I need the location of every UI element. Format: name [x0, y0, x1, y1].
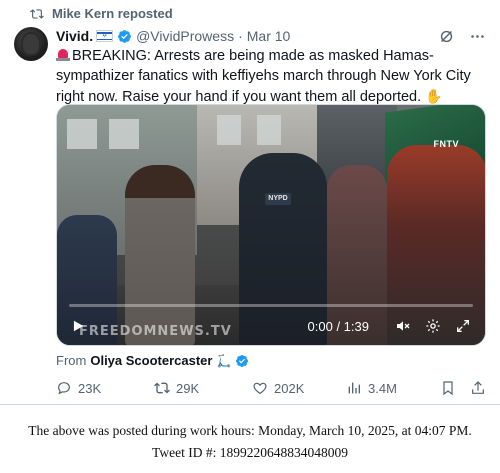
tweet-date[interactable]: Mar 10	[247, 28, 291, 44]
avatar[interactable]	[14, 27, 48, 61]
video-controls: 0:00 / 1:39	[57, 307, 485, 345]
video-source: From Oliya Scootercaster 🛴	[56, 353, 249, 368]
views-button[interactable]: 3.4M	[346, 380, 397, 396]
separator-dot: ·	[238, 28, 243, 44]
repost-icon	[30, 8, 44, 19]
source-verified-badge-icon[interactable]	[235, 354, 249, 368]
repost-button[interactable]: 29K	[154, 380, 199, 396]
bookmark-button[interactable]	[440, 380, 456, 396]
reply-count: 23K	[78, 380, 102, 396]
source-prefix: From	[56, 353, 87, 368]
verified-badge-icon[interactable]	[117, 29, 132, 44]
action-bar: 23K 29K 202K 3.4M	[56, 378, 486, 398]
repost-count: 29K	[176, 380, 200, 396]
tweet-header: Vivid. ✡ @VividProwess · Mar 10	[56, 26, 486, 46]
caption-line-2: Tweet ID #: 1899220648834048009	[152, 445, 348, 460]
post-caption: The above was posted during work hours: …	[0, 420, 500, 464]
grok-icon[interactable]	[438, 28, 455, 45]
tweet-body: BREAKING: Arrests are being made as mask…	[56, 48, 471, 105]
source-name[interactable]: Oliya Scootercaster	[90, 353, 212, 368]
author-handle[interactable]: @VividProwess	[136, 28, 234, 44]
channel-tag: FNTV	[433, 139, 459, 149]
more-options-icon[interactable]	[469, 28, 486, 45]
share-icon	[472, 381, 484, 394]
caption-line-1: The above was posted during work hours: …	[28, 423, 472, 438]
tweet-text: BREAKING: Arrests are being made as mask…	[56, 46, 484, 107]
repost-label[interactable]: Mike Kern reposted	[52, 6, 173, 21]
play-icon[interactable]	[71, 319, 85, 333]
like-count: 202K	[274, 380, 305, 396]
reply-button[interactable]: 23K	[56, 380, 101, 396]
reply-icon	[58, 382, 70, 395]
views-chart-icon	[348, 382, 360, 394]
bookmark-icon	[443, 381, 453, 396]
like-button[interactable]: 202K	[252, 380, 304, 396]
repost-action-icon	[154, 382, 170, 394]
scooter-emoji: 🛴	[216, 353, 232, 368]
siren-emoji-icon	[56, 48, 70, 61]
heart-icon	[253, 382, 267, 395]
author-name[interactable]: Vivid.	[56, 28, 93, 44]
video-time: 0:00 / 1:39	[307, 318, 369, 334]
israel-flag-icon: ✡	[96, 30, 114, 42]
tweet-card[interactable]: Mike Kern reposted Vivid. ✡ @VividProwes…	[0, 0, 500, 405]
repost-header: Mike Kern reposted	[30, 6, 173, 21]
nypd-badge: NYPD	[265, 193, 291, 205]
video-player[interactable]: NYPD FNTV FREEDOMNEWS.TV 0:00 / 1:39	[56, 104, 486, 346]
views-count: 3.4M	[368, 380, 397, 396]
settings-gear-icon[interactable]	[425, 318, 441, 334]
volume-muted-icon[interactable]	[395, 318, 411, 334]
share-button[interactable]	[470, 380, 486, 396]
raised-hand-emoji: ✋	[425, 88, 443, 104]
fullscreen-icon[interactable]	[455, 318, 471, 334]
header-icons	[438, 28, 486, 45]
